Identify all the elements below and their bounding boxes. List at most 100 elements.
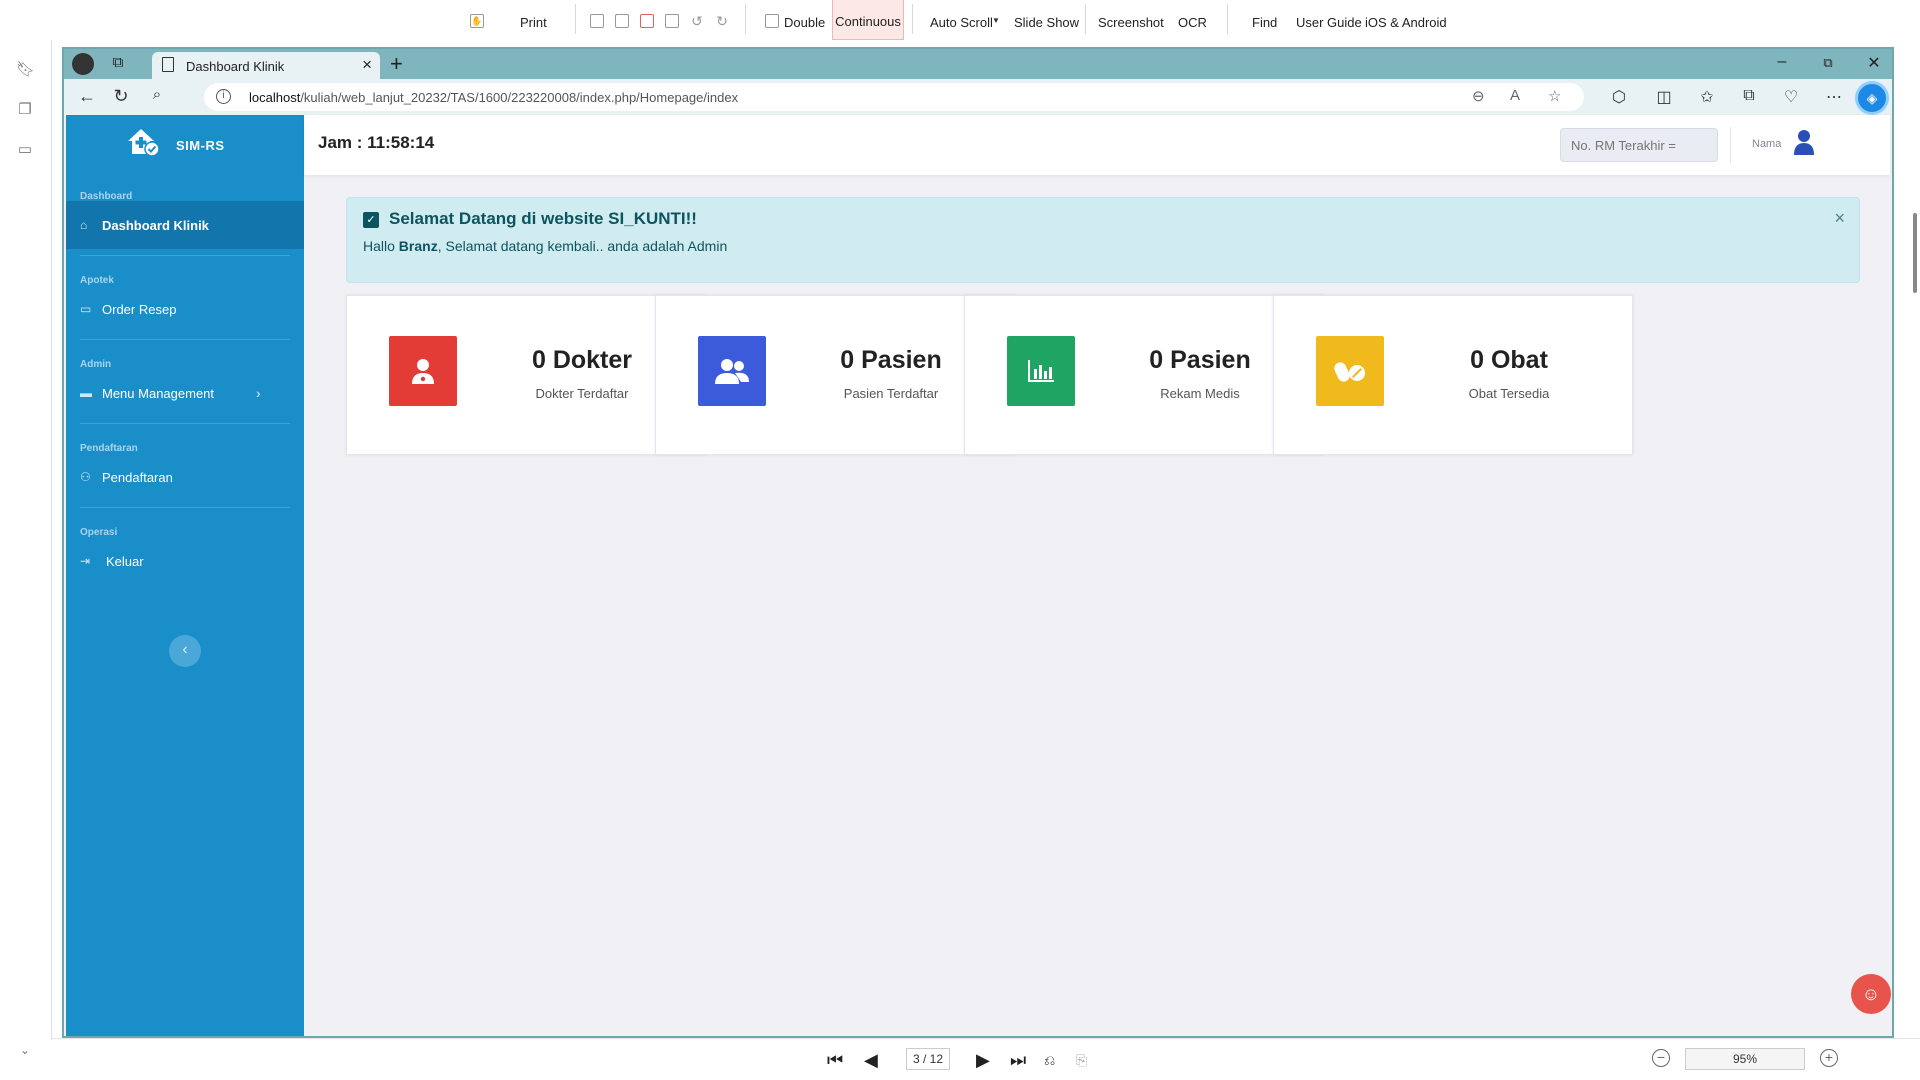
zoom-out-icon[interactable]: ⊖ [1472,87,1485,105]
hand-tool-icon[interactable]: ✋ [470,14,484,28]
screenshot-button[interactable]: Screenshot [1098,0,1164,40]
split-screen-icon[interactable]: ◫ [1654,87,1674,107]
restore-icon[interactable]: ⧉ [1818,55,1838,71]
topbar-divider [1730,127,1731,163]
more-menu-icon[interactable]: ⋯ [1824,87,1844,107]
sidebar-divider [80,423,290,424]
sidebar-item-keluar[interactable]: ⇥ Keluar [66,537,304,585]
pdf-side-rail: 🔖︎ ❐ ▭ ⌄ [0,40,52,1057]
print-button[interactable]: Print [520,0,547,40]
scrollbar-thumb[interactable] [1913,213,1917,293]
toolbar-divider [912,4,913,34]
tab-dashboard-klinik[interactable]: Dashboard Klinik × [152,52,380,79]
close-icon[interactable]: × [1834,208,1845,229]
extensions-icon[interactable]: ⬡ [1609,87,1629,107]
users-icon: ⚇ [80,470,91,484]
profile-avatar-icon[interactable] [72,53,94,75]
check-square-icon: ✓ [363,212,379,228]
go-forward-view-icon[interactable]: ⎘ [1076,1052,1087,1069]
actual-size-icon[interactable] [640,14,654,28]
workspaces-icon[interactable]: ⧉ [108,54,128,74]
rotate-right-icon[interactable]: ↻ [715,14,729,28]
chevron-right-icon: › [256,385,261,401]
fit-page-icon[interactable] [615,14,629,28]
stat-card-rekam-medis: 0 Pasien Rekam Medis [964,295,1324,455]
brand[interactable]: SIM-RS [66,115,304,175]
sidebar-item-menu-management[interactable]: ▬ Menu Management › [66,369,304,417]
go-back-view-icon[interactable]: ⎌ [1044,1052,1055,1069]
clinic-logo-icon [128,129,160,157]
user-name[interactable]: Nama [1752,138,1781,150]
zoom-out-icon[interactable]: − [1652,1049,1670,1067]
chevron-down-icon[interactable]: ⌄ [16,1043,34,1061]
minimize-icon[interactable]: – [1772,53,1792,71]
assistant-float-button[interactable]: ☺ [1851,974,1891,1014]
web-app: SIM-RS Dashboard ⌂ Dashboard Klinik Apot… [66,115,1890,1036]
search-icon[interactable]: ⌕ [146,86,168,108]
sidebar-item-order-resep[interactable]: ▭ Order Resep [66,285,304,333]
slide-show-button[interactable]: Slide Show [1014,0,1079,40]
browser-essentials-icon[interactable]: ♡ [1781,87,1801,107]
sidebar-toggle-button[interactable]: ‹ [169,635,201,667]
new-tab-icon[interactable]: + [390,51,403,77]
stat-label: Obat Tersedia [1468,386,1550,401]
home-icon: ⌂ [80,218,88,232]
ocr-button[interactable]: OCR [1178,0,1207,40]
stat-value: 0 Obat [1470,346,1548,374]
fit-visible-icon[interactable] [665,14,679,28]
bookmark-icon[interactable]: 🔖︎ [16,60,35,78]
sidebar-divider [80,507,290,508]
continuous-label: Continuous [835,14,901,29]
favorite-star-icon[interactable]: ☆ [1548,87,1561,105]
fit-width-icon[interactable] [590,14,604,28]
url-host: localhost [249,90,301,105]
close-window-icon[interactable]: ✕ [1864,53,1884,73]
refresh-icon[interactable]: ↻ [110,86,132,108]
sidebar-divider [80,339,290,340]
zoom-level[interactable]: 95% [1685,1048,1805,1070]
url-field[interactable]: i localhost/kuliah/web_lanjut_20232/TAS/… [204,83,1584,111]
rm-search-input[interactable] [1560,128,1718,162]
url-path: /kuliah/web_lanjut_20232/TAS/1600/223220… [300,90,739,105]
user-guide-button[interactable]: User Guide [1296,0,1362,40]
user-guide-label: User Guide [1296,15,1362,30]
previous-page-icon[interactable]: ◀ [864,1050,878,1071]
find-button[interactable]: Find [1252,0,1277,40]
pages-icon[interactable]: ❐ [16,100,34,118]
rotate-left-icon[interactable]: ↺ [690,14,704,28]
double-label: Double [784,15,826,30]
sidebar-item-pendaftaran[interactable]: ⚇ Pendaftaran [66,453,304,501]
users-icon [698,336,766,406]
url-text: localhost/kuliah/web_lanjut_20232/TAS/16… [249,90,738,105]
alert-username: Branz [398,238,438,254]
last-page-icon[interactable]: ⏭ [1010,1050,1026,1071]
favorites-icon[interactable]: ✩ [1697,87,1717,107]
zoom-in-icon[interactable]: + [1820,1049,1838,1067]
next-page-icon[interactable]: ▶ [976,1050,990,1071]
clock: Jam : 11:58:14 [318,133,435,152]
user-avatar-icon[interactable] [1794,129,1814,155]
tab-title: Dashboard Klinik [186,59,285,74]
close-tab-icon[interactable]: × [362,55,372,75]
double-button[interactable]: Double [784,0,825,40]
chart-bar-icon [1007,336,1075,406]
sidebar-item-dashboard-klinik[interactable]: ⌂ Dashboard Klinik [66,201,304,249]
first-page-icon[interactable]: ⏮ [827,1050,843,1071]
read-aloud-icon[interactable]: A [1510,87,1520,104]
pdf-toolbar: ✋ Print ↺ ↻ Double Continuous Auto Scrol… [0,0,1920,40]
alert-message-text: , Selamat datang kembali.. anda adalah A… [437,238,728,254]
doctor-icon [389,336,457,406]
collections-icon[interactable]: ⧉ [1739,87,1759,105]
auto-scroll-button[interactable]: Auto Scroll [930,0,993,40]
back-icon[interactable]: ← [76,86,98,108]
comment-icon[interactable]: ▭ [16,140,34,158]
ocr-label: OCR [1178,15,1207,30]
ios-android-button[interactable]: iOS & Android [1365,0,1447,40]
page-number-input[interactable]: 3 / 12 [906,1048,950,1070]
tab-bar: ⧉ Dashboard Klinik × + – ⧉ ✕ [64,49,1892,79]
sidebar: SIM-RS Dashboard ⌂ Dashboard Klinik Apot… [66,115,304,1036]
copilot-icon[interactable]: ◈ [1855,81,1889,115]
continuous-button[interactable]: Continuous [832,0,904,40]
comment-icon: ▭ [80,302,92,316]
info-icon[interactable]: i [216,89,231,104]
